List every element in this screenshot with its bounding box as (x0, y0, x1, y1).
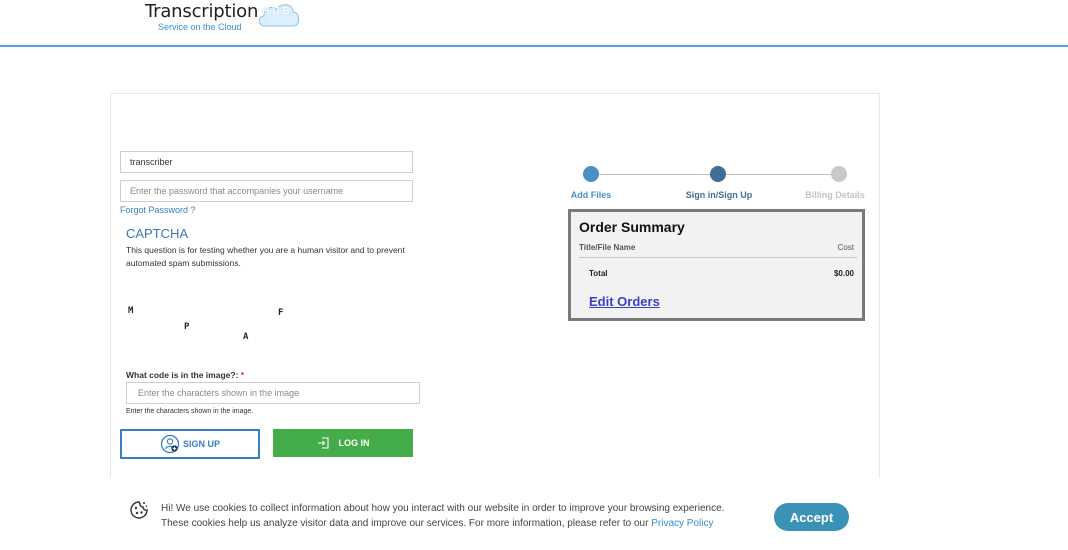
captcha-title: CAPTCHA (126, 226, 189, 241)
privacy-policy-link[interactable]: Privacy Policy (651, 518, 713, 529)
log-in-button[interactable]: LOG IN (273, 429, 413, 457)
step-dot-billing (831, 166, 847, 182)
captcha-image: M P A F (120, 296, 320, 346)
logo-hub-text: HUB (262, 6, 293, 17)
logo-tagline: Service on the Cloud (158, 22, 242, 32)
site-logo[interactable]: Transcription HUB Service on the Cloud (144, 0, 314, 40)
captcha-char: A (243, 332, 249, 342)
captcha-help-text: Enter the characters shown in the image. (126, 408, 254, 415)
captcha-char: F (278, 308, 284, 318)
sign-up-button[interactable]: SIGN UP (120, 429, 260, 459)
captcha-description: This question is for testing whether you… (126, 245, 405, 268)
captcha-code-label: What code is in the image?: * (126, 370, 245, 380)
edit-orders-link[interactable]: Edit Orders (589, 294, 660, 309)
accept-cookies-button[interactable]: Accept (774, 503, 849, 531)
login-icon (317, 437, 329, 449)
captcha-char: M (128, 306, 134, 316)
step-dot-add-files (583, 166, 599, 182)
step-label-add-files: Add Files (570, 190, 612, 200)
site-header: Transcription HUB Service on the Cloud (0, 0, 1068, 47)
total-label: Total (589, 269, 608, 278)
summary-divider (579, 257, 857, 258)
password-input[interactable]: Enter the password that accompanies your… (120, 180, 413, 202)
column-header-cost: Cost (837, 243, 854, 252)
logo-wordmark: Transcription (145, 1, 259, 22)
sign-up-label: SIGN UP (182, 439, 220, 449)
total-amount: $0.00 (833, 269, 854, 278)
captcha-code-input[interactable]: Enter the characters shown in the image (126, 382, 420, 404)
username-input[interactable]: transcriber (120, 151, 413, 173)
order-summary-panel: Order Summary Title/File Name Cost Total… (568, 209, 865, 321)
step-label-billing: Billing Details (805, 190, 865, 200)
step-connector (598, 174, 712, 175)
step-dot-sign-in (710, 166, 726, 182)
cookie-message: Hi! We use cookies to collect informatio… (161, 503, 725, 529)
forgot-password-link[interactable]: Forgot Password ? (120, 205, 196, 215)
cookie-icon (130, 501, 148, 519)
log-in-label: LOG IN (338, 438, 370, 448)
column-header-title: Title/File Name (579, 243, 636, 252)
captcha-char: P (184, 322, 190, 332)
order-summary-title: Order Summary (579, 219, 685, 235)
step-label-sign-in: Sign in/Sign Up (685, 190, 753, 200)
add-user-icon (160, 434, 180, 454)
required-marker: * (240, 370, 245, 380)
step-connector (726, 174, 832, 175)
